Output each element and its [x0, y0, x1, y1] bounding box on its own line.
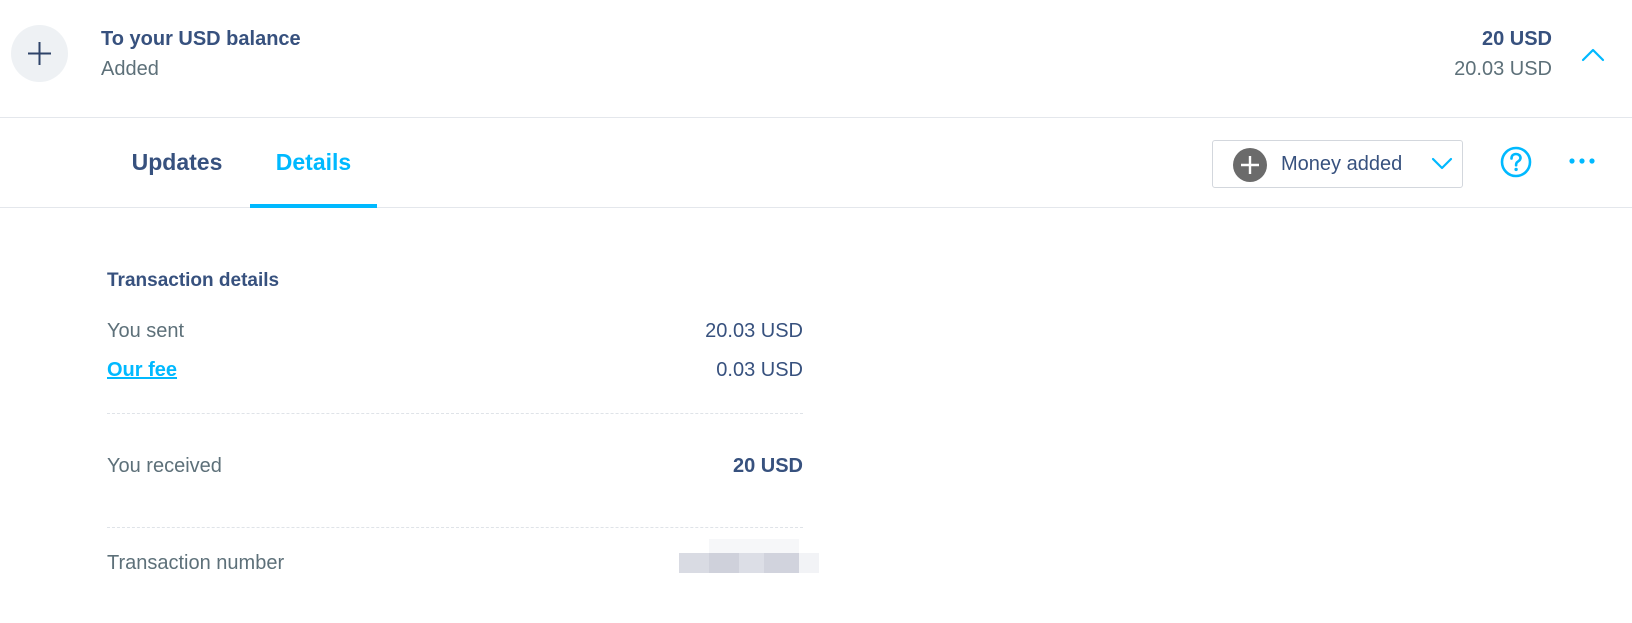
section-title: Transaction details — [107, 270, 280, 291]
detail-row-you-received: You received 20 USD — [107, 455, 803, 481]
more-dots-icon[interactable] — [1568, 154, 1598, 166]
detail-value: 20.03 USD — [705, 320, 803, 342]
detail-label: You sent — [107, 320, 185, 342]
plus-circle-icon — [1233, 148, 1267, 182]
transaction-title: To your USD balance — [101, 28, 301, 50]
plus-icon — [11, 25, 68, 82]
divider — [107, 413, 803, 414]
tab-updates-label: Updates — [131, 149, 223, 175]
detail-row-transaction-number: Transaction number — [107, 539, 819, 578]
tabs-bar: Updates Details Money added — [0, 118, 1632, 208]
detail-value: 20 USD — [732, 455, 803, 477]
detail-row-our-fee: Our fee 0.03 USD — [107, 359, 803, 385]
redacted-value — [679, 539, 819, 573]
tab-details[interactable]: Details — [250, 118, 377, 208]
divider — [107, 527, 803, 528]
active-tab-indicator — [250, 204, 377, 208]
transaction-status: Added — [101, 58, 159, 80]
amount-sent: 20.03 USD — [1454, 58, 1552, 80]
chevron-up-icon[interactable] — [1580, 44, 1606, 64]
detail-row-you-sent: You sent 20.03 USD — [107, 320, 803, 346]
detail-label: Transaction number — [107, 552, 285, 574]
tab-updates[interactable]: Updates — [112, 118, 242, 206]
amount-received: 20 USD — [1481, 28, 1552, 50]
tab-details-label: Details — [275, 149, 352, 175]
transaction-header[interactable]: To your USD balance Added 20 USD 20.03 U… — [0, 0, 1632, 118]
detail-value: 0.03 USD — [716, 359, 803, 381]
dropdown-label: Money added — [1281, 153, 1403, 175]
question-circle-icon[interactable] — [1500, 146, 1532, 178]
chevron-down-icon — [1431, 157, 1453, 176]
detail-label: You received — [107, 455, 222, 477]
our-fee-link[interactable]: Our fee — [107, 359, 177, 382]
transaction-type-dropdown[interactable]: Money added — [1212, 140, 1463, 188]
